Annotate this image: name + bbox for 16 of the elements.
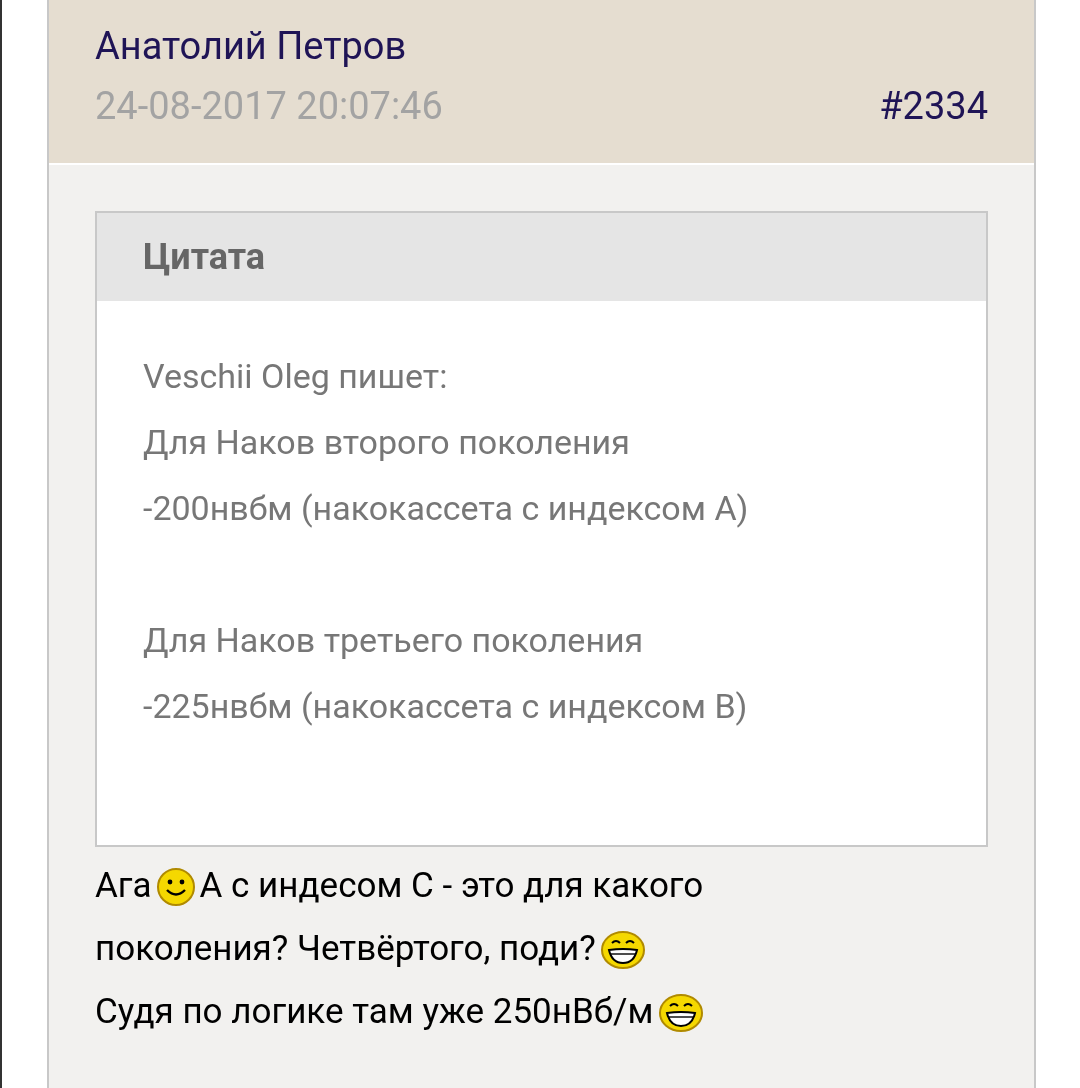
grin-icon bbox=[599, 929, 646, 970]
author-name[interactable]: Анатолий Петров bbox=[95, 22, 988, 70]
quote-text-line: Veschii Oleg пишет: bbox=[143, 355, 449, 398]
quote-text-line: Для Наков второго поколения bbox=[143, 421, 631, 464]
post-datetime: 24-08-2017 20:07:46 bbox=[95, 83, 443, 130]
quote-text-line: -200нвбм (накокассета с индексом А) bbox=[143, 487, 750, 530]
quote-text-line: -225нвбм (накокассета с индексом В) bbox=[143, 685, 749, 728]
grin-icon bbox=[657, 992, 704, 1033]
reply-text: А с индесом С - это для какого bbox=[199, 864, 704, 909]
smiley-icon bbox=[155, 866, 196, 907]
reply-text: поколения? Четвёртого, поди? bbox=[95, 927, 596, 972]
quote-title: Цитата bbox=[143, 235, 266, 280]
reply-text: Ага bbox=[95, 864, 152, 909]
reply-text: Судя по логике там уже 250нВб/м bbox=[95, 990, 654, 1035]
post-number[interactable]: #2334 bbox=[879, 82, 988, 130]
quote-text-line: Для Наков третьего поколения bbox=[143, 619, 645, 662]
